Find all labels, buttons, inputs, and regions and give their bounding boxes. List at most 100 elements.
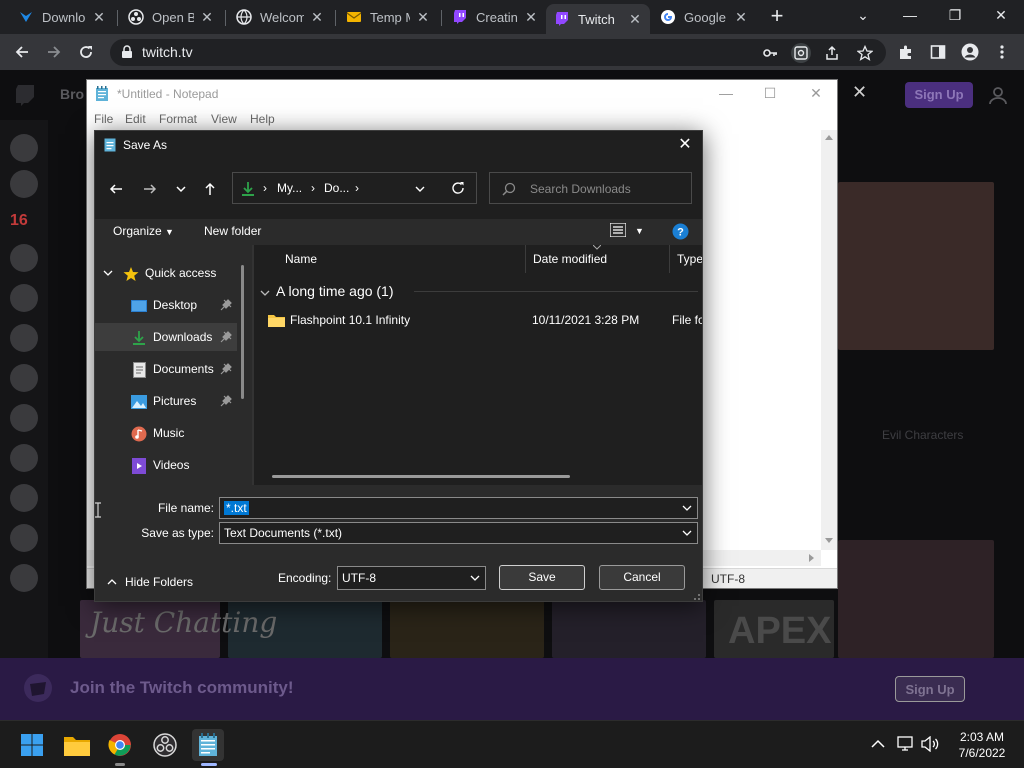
nav-item-desktop[interactable]: Desktop — [95, 291, 237, 319]
column-separator[interactable] — [525, 245, 526, 273]
avatar[interactable] — [10, 244, 38, 272]
breadcrumb-downloads[interactable]: Do... — [324, 181, 349, 195]
avatar[interactable] — [10, 364, 38, 392]
navigation-pane-scrollbar[interactable] — [241, 265, 244, 399]
view-options-button[interactable] — [609, 222, 627, 240]
column-separator[interactable] — [669, 245, 670, 273]
tab-open-broadcaster[interactable]: Open Br ✕ — [120, 4, 222, 30]
twitch-logo-icon[interactable] — [14, 84, 36, 108]
refresh-icon[interactable] — [451, 181, 465, 195]
file-list-scrollbar[interactable] — [272, 475, 570, 478]
breadcrumb-my[interactable]: My... — [277, 181, 302, 195]
cancel-button[interactable]: Cancel — [599, 565, 685, 590]
network-icon[interactable] — [897, 736, 915, 752]
reload-button[interactable] — [74, 40, 98, 64]
menu-file[interactable]: File — [94, 112, 113, 126]
back-button[interactable] — [10, 40, 34, 64]
avatar[interactable] — [10, 134, 38, 162]
address-bar[interactable]: twitch.tv — [110, 39, 886, 66]
save-as-titlebar[interactable]: Save As ✕ — [95, 131, 702, 159]
avatar[interactable] — [10, 444, 38, 472]
recent-locations-button[interactable] — [170, 179, 192, 199]
notepad-vertical-scrollbar[interactable] — [821, 130, 837, 550]
volume-icon[interactable] — [921, 736, 941, 752]
file-name-field[interactable]: *.txt — [219, 497, 698, 519]
bookmark-star-icon[interactable] — [855, 43, 875, 63]
close-window-button[interactable]: ✕ — [986, 4, 1016, 28]
taskbar-notepad[interactable] — [192, 729, 224, 761]
lens-icon[interactable] — [791, 43, 811, 63]
nav-item-pictures[interactable]: Pictures — [95, 387, 237, 415]
save-button[interactable]: Save — [499, 565, 585, 590]
category-thumbnail[interactable] — [552, 600, 706, 658]
start-button[interactable] — [16, 729, 48, 761]
category-thumbnail[interactable] — [390, 600, 544, 658]
tab-twitch[interactable]: Twitch ✕ — [546, 4, 650, 34]
avatar[interactable] — [10, 524, 38, 552]
menu-format[interactable]: Format — [159, 112, 197, 126]
chevron-down-icon[interactable] — [103, 269, 113, 277]
save-as-type-select[interactable]: Text Documents (*.txt) — [219, 522, 698, 544]
column-type[interactable]: Type — [677, 252, 702, 266]
chevron-down-icon[interactable] — [260, 289, 270, 297]
share-icon[interactable] — [822, 43, 842, 63]
breadcrumb[interactable]: › My... › Do... › — [232, 172, 477, 204]
url-text[interactable]: twitch.tv — [142, 44, 193, 60]
nav-item-music[interactable]: Music — [95, 419, 237, 447]
menu-view[interactable]: View — [211, 112, 237, 126]
tab-search-button[interactable]: ⌄ — [848, 4, 878, 28]
tab-google[interactable]: Google ✕ — [652, 4, 756, 30]
extensions-button[interactable] — [894, 40, 918, 64]
scroll-up-icon[interactable] — [825, 134, 833, 140]
close-icon[interactable]: ✕ — [628, 11, 642, 28]
new-tab-button[interactable]: + — [766, 5, 788, 28]
taskbar-chrome[interactable] — [104, 729, 136, 761]
profile-button[interactable] — [958, 40, 982, 64]
back-button[interactable] — [105, 179, 127, 199]
clock-time[interactable]: 2:03 AM — [948, 730, 1016, 744]
taskbar-obs[interactable] — [149, 729, 181, 761]
browse-link[interactable]: Bro — [60, 86, 84, 102]
chevron-down-icon[interactable] — [469, 572, 481, 584]
minimize-button[interactable]: — — [895, 4, 925, 28]
nav-item-downloads[interactable]: Downloads — [95, 323, 237, 351]
encoding-select[interactable]: UTF-8 — [337, 566, 486, 590]
scroll-down-icon[interactable] — [825, 538, 833, 544]
pin-icon[interactable] — [219, 362, 233, 376]
menu-help[interactable]: Help — [250, 112, 275, 126]
chevron-down-icon[interactable] — [414, 184, 426, 194]
close-icon[interactable]: ✕ — [200, 9, 214, 26]
notepad-minimize-button[interactable]: — — [711, 84, 741, 104]
tab-downloads[interactable]: Downlo ✕ — [10, 4, 114, 30]
avatar[interactable] — [10, 170, 38, 198]
tag-evil-characters[interactable]: Evil Characters — [882, 428, 963, 442]
up-button[interactable] — [199, 179, 221, 199]
resize-grip-icon[interactable] — [691, 591, 701, 601]
column-name[interactable]: Name — [285, 252, 317, 266]
group-header[interactable]: A long time ago (1) — [276, 283, 394, 299]
close-icon[interactable]: ✕ — [92, 9, 106, 26]
organize-button[interactable]: Organize ▼ — [113, 224, 174, 238]
restore-button[interactable]: ❐ — [940, 4, 970, 28]
taskbar-file-explorer[interactable] — [61, 729, 93, 761]
chevron-down-icon[interactable]: ▼ — [635, 226, 644, 236]
dialog-close-button[interactable]: ✕ — [673, 135, 697, 155]
chrome-menu-button[interactable] — [990, 40, 1014, 64]
pin-icon[interactable] — [219, 330, 233, 344]
user-icon[interactable] — [988, 85, 1008, 105]
nav-item-documents[interactable]: Documents — [95, 355, 237, 383]
close-icon[interactable]: ✕ — [852, 82, 867, 103]
chevron-down-icon[interactable] — [681, 527, 693, 539]
tab-temp-mail[interactable]: Temp M ✕ — [338, 4, 438, 30]
close-icon[interactable]: ✕ — [734, 9, 748, 26]
menu-edit[interactable]: Edit — [125, 112, 146, 126]
forward-button[interactable] — [139, 179, 161, 199]
stream-thumbnail[interactable] — [838, 182, 994, 350]
clock-date[interactable]: 7/6/2022 — [948, 746, 1016, 760]
forward-button[interactable] — [42, 40, 66, 64]
avatar[interactable] — [10, 324, 38, 352]
column-date-modified[interactable]: Date modified — [533, 252, 607, 266]
signup-button-top[interactable]: Sign Up — [905, 82, 973, 108]
chevron-down-icon[interactable] — [681, 502, 693, 514]
close-icon[interactable]: ✕ — [524, 9, 538, 26]
